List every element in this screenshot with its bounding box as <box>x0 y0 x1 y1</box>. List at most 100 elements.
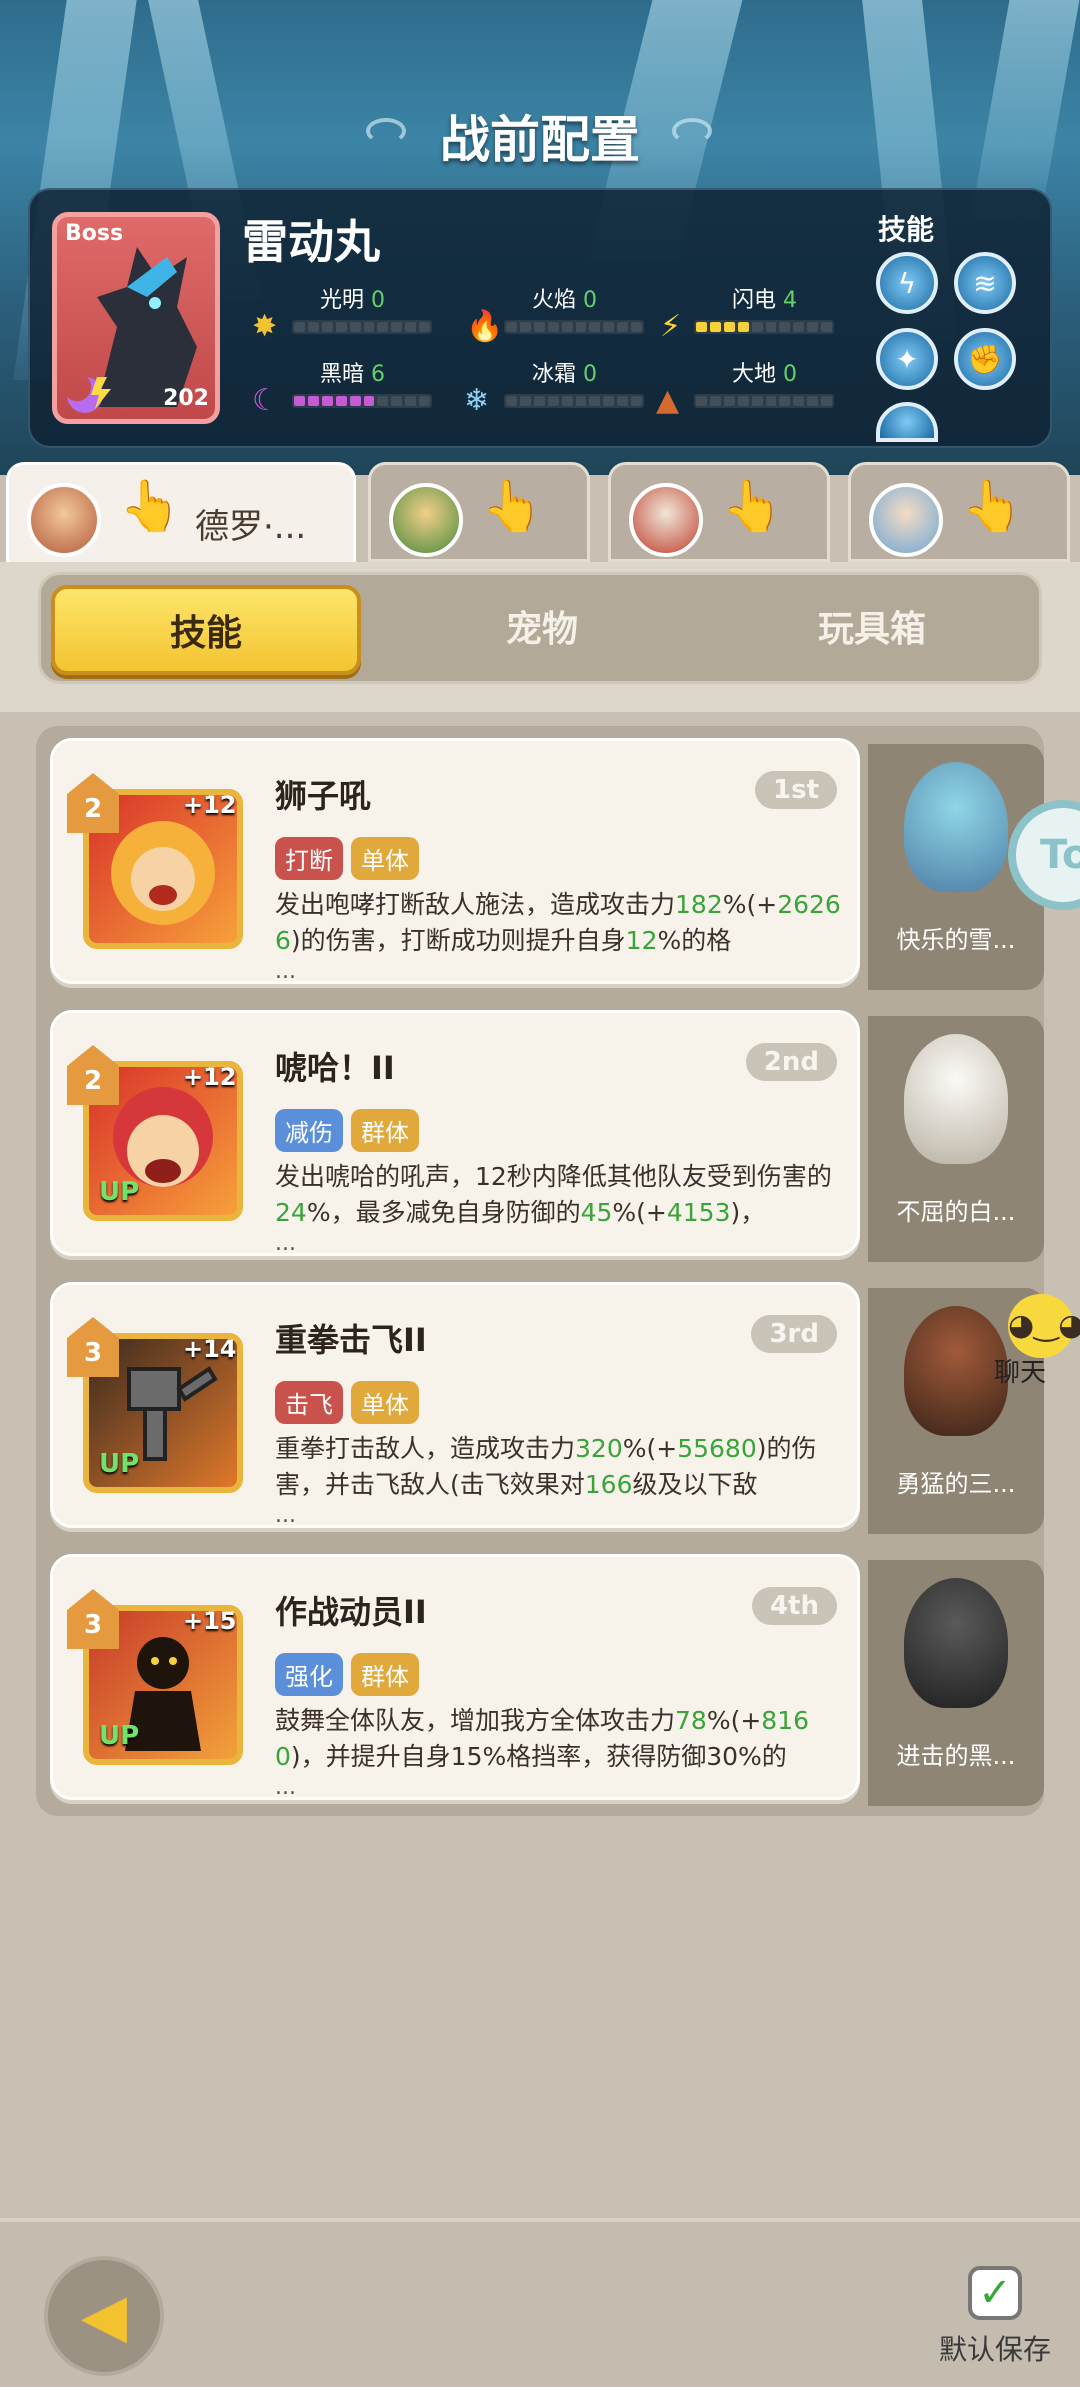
attr-bar-segment <box>349 322 361 332</box>
skill-rank-badge: 1st <box>755 771 837 809</box>
tab-toybox[interactable]: 玩具箱 <box>717 585 1027 675</box>
attr-bar-segment <box>506 396 517 406</box>
attr-bar-segment <box>391 322 403 332</box>
desc-text: %，最多减免自身防御的 <box>306 1198 581 1227</box>
skill-card[interactable]: 3 +15 UP 作战动员II 4th 强化 群体 鼓舞全体队友，增加我方全体攻… <box>50 1554 860 1800</box>
skill-name: 唬哈！II <box>275 1049 395 1087</box>
hero-tab-3[interactable]: 👆 <box>608 462 830 562</box>
fist-icon[interactable]: ✊ <box>954 328 1016 390</box>
attr-bar-segment <box>575 322 587 332</box>
desc-text: %(+ <box>612 1198 667 1227</box>
attr-bar-segment <box>751 396 763 406</box>
skill-card[interactable]: 2 +12 狮子吼 1st 打断 单体 发出咆哮打断敌人施法，造成攻击力182%… <box>50 738 860 984</box>
attr-bar-segment <box>821 322 833 332</box>
skill-tag: 强化 <box>275 1653 343 1696</box>
chat-button[interactable]: ◕‿◕ 聊天 <box>980 1294 1080 1388</box>
skill-tag: 群体 <box>351 1109 419 1152</box>
attr-bar-segment <box>617 322 629 332</box>
skill-card[interactable]: 3 +14 UP 重拳击飞II 3rd 击飞 单体 重拳打击敌人，造成攻击力32… <box>50 1282 860 1528</box>
fire-icon: 🔥 <box>466 309 504 344</box>
hand-tap-icon: 👆 <box>481 477 544 535</box>
description-ellipsis: ... <box>275 959 296 984</box>
skill-card[interactable]: 2 +12 UP 唬哈！II 2nd 减伤 群体 发出唬哈的吼声，12秒内降低其… <box>50 1010 860 1256</box>
attr-bar-segment <box>709 322 721 332</box>
pet-slot[interactable]: 进击的黑... <box>868 1560 1044 1806</box>
skill-upgrade-indicator: UP <box>99 1449 140 1479</box>
skill-tag: 单体 <box>351 837 419 880</box>
chat-label: 聊天 <box>994 1358 1047 1388</box>
wing-icon[interactable]: ✦ <box>876 328 938 390</box>
attr-bar-segment <box>737 322 749 332</box>
skill-row: 3 +15 UP 作战动员II 4th 强化 群体 鼓舞全体队友，增加我方全体攻… <box>50 1554 1044 1810</box>
hand-tap-icon: 👆 <box>961 477 1024 535</box>
skill-tag: 单体 <box>351 1381 419 1424</box>
tab-pets[interactable]: 宠物 <box>387 585 697 675</box>
default-save-toggle[interactable]: ✓ 默认保存 <box>930 2266 1060 2368</box>
skill-tags: 击飞 单体 <box>275 1381 419 1424</box>
attr-bar-segment <box>603 396 615 406</box>
tab-skills[interactable]: 技能 <box>51 585 361 675</box>
pet-slot[interactable]: 不屈的白... <box>868 1016 1044 1262</box>
skill-upgrade-indicator: UP <box>99 1177 140 1207</box>
skill-description: 鼓舞全体队友，增加我方全体攻击力78%(+8160)，并提升自身15%格挡率，获… <box>275 1703 843 1775</box>
attr-bar-segment <box>589 322 601 332</box>
desc-number: 320 <box>575 1434 623 1463</box>
back-button[interactable]: ◀ <box>44 2256 164 2376</box>
hero-tab-bar: 👆 德罗·... 👆 👆 👆 <box>0 462 1080 574</box>
attr-bar-segment <box>307 396 319 406</box>
skill-tag: 群体 <box>351 1653 419 1696</box>
attr-bar-segment <box>335 396 347 406</box>
attr-bar-segment <box>793 322 805 332</box>
pet-figure <box>904 762 1008 892</box>
attr-bar-segment <box>696 396 707 406</box>
skill-rank-badge: 4th <box>751 1587 837 1625</box>
attr-light: 光明 0 <box>320 288 386 313</box>
desc-text: 重拳打击敌人，造成攻击力 <box>275 1434 576 1463</box>
attr-bar-segment <box>751 322 763 332</box>
attr-bar-segment <box>363 396 375 406</box>
back-arrow-icon: ◀ <box>80 2281 128 2351</box>
avatar <box>629 483 703 557</box>
hero-tab-2[interactable]: 👆 <box>368 462 590 562</box>
hero-name: 德罗·... <box>195 507 307 547</box>
attr-bar-segment <box>547 396 559 406</box>
skill-row: 2 +12 狮子吼 1st 打断 单体 发出咆哮打断敌人施法，造成攻击力182%… <box>50 738 1044 994</box>
mountain-icon: ▲ <box>656 383 680 418</box>
skill-level-badge: 2 <box>67 1045 119 1105</box>
hero-tab-1[interactable]: 👆 德罗·... <box>6 462 356 574</box>
attr-bar-segment <box>807 322 819 332</box>
skill-row: 2 +12 UP 唬哈！II 2nd 减伤 群体 发出唬哈的吼声，12秒内降低其… <box>50 1010 1044 1266</box>
avatar <box>389 483 463 557</box>
skill-description: 发出唬哈的吼声，12秒内降低其他队友受到伤害的 24%，最多减免自身防御的45%(… <box>275 1159 843 1231</box>
attr-bar-segment <box>603 322 615 332</box>
attr-bar-segment <box>349 396 361 406</box>
attr-bar-segment <box>575 396 587 406</box>
attr-bar-segment <box>419 396 431 406</box>
lightning-icon[interactable]: ϟ <box>876 252 938 314</box>
attr-bar-segment <box>363 322 375 332</box>
skill-name: 狮子吼 <box>275 777 372 815</box>
attr-bar-segment <box>377 322 389 332</box>
skill-rank-badge: 2nd <box>745 1043 837 1081</box>
partial-skill-icon[interactable] <box>876 402 938 442</box>
attr-earth: 大地 0 <box>732 362 798 387</box>
desc-number: 182 <box>675 890 723 919</box>
attr-bar-segment <box>533 322 545 332</box>
boss-portrait[interactable]: Boss 202 <box>52 212 220 424</box>
pet-figure <box>904 1034 1008 1164</box>
desc-text: 发出咆哮打断敌人施法，造成攻击力 <box>275 890 676 919</box>
attr-bar-segment <box>807 396 819 406</box>
page-title: 战前配置 <box>440 111 640 169</box>
boss-skills-label: 技能 <box>878 213 935 246</box>
avatar <box>869 483 943 557</box>
hand-tap-icon: 👆 <box>721 477 784 535</box>
attr-bar-segment <box>696 322 707 332</box>
attr-bar-segment <box>547 322 559 332</box>
skill-list: 2 +12 狮子吼 1st 打断 单体 发出咆哮打断敌人施法，造成攻击力182%… <box>36 726 1044 1816</box>
wind-icon[interactable]: ≋ <box>954 252 1016 314</box>
desc-number: 4153 <box>666 1198 731 1227</box>
attr-bar-segment <box>294 396 305 406</box>
attr-bar-segment <box>779 396 791 406</box>
hero-tab-4[interactable]: 👆 <box>848 462 1070 562</box>
attr-bar-segment <box>709 396 721 406</box>
